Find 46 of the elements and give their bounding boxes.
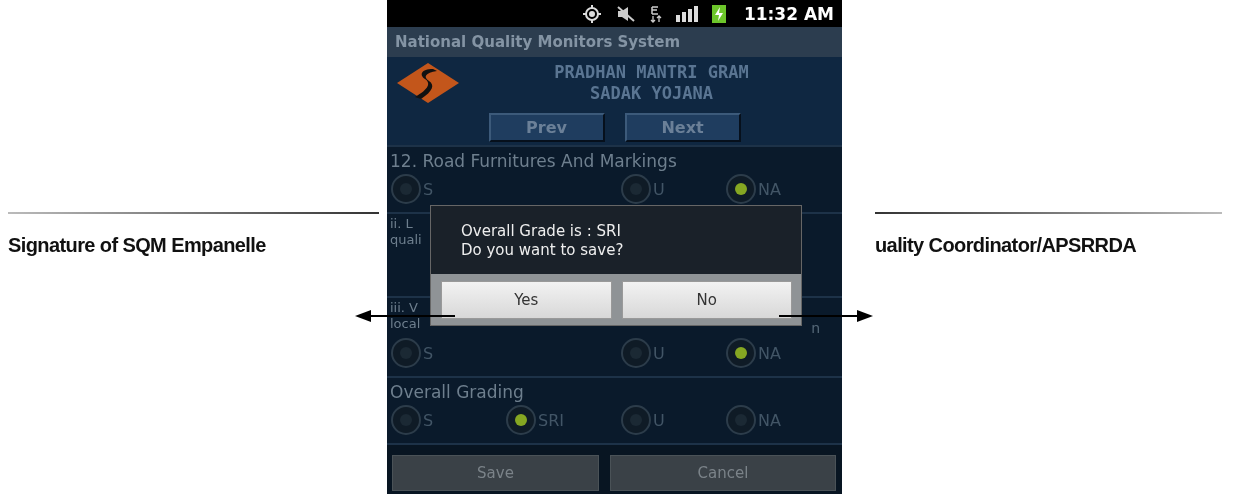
radio-button[interactable] (621, 338, 651, 368)
radio-label: S (423, 179, 434, 199)
app-title-bar: National Quality Monitors System (387, 27, 842, 57)
battery-charging-icon (711, 4, 726, 23)
gps-icon (581, 3, 602, 24)
radio-label: U (653, 179, 665, 199)
form-button[interactable]: Save (392, 455, 599, 491)
dialog-button[interactable]: Yes (441, 281, 612, 319)
section-title: local (389, 315, 421, 330)
dialog-message: Overall Grade is : SRI (461, 222, 622, 241)
radio-button[interactable] (726, 174, 756, 204)
dialog-button[interactable]: No (621, 281, 792, 319)
dialog-message: Do you want to save? (461, 241, 625, 260)
section-title: quali (389, 231, 422, 246)
nav-button[interactable]: Prev (488, 113, 605, 142)
radio-label: S (423, 343, 434, 363)
radio-label: S (423, 410, 434, 430)
mute-icon (615, 4, 636, 23)
section-title: iii. V (389, 299, 418, 314)
radio-label: U (653, 343, 665, 363)
nav-button[interactable]: Next (624, 113, 741, 142)
radio-button[interactable] (621, 174, 651, 204)
section-title: 12. Road Furnitures And Markings (389, 150, 677, 172)
radio-button[interactable] (621, 405, 651, 435)
section-title: Overall Grading (389, 381, 524, 403)
radio-label: SRI (538, 410, 564, 430)
radio-label: NA (758, 410, 781, 430)
radio-label: U (653, 410, 665, 430)
radio-button[interactable] (726, 338, 756, 368)
radio-button[interactable] (391, 174, 421, 204)
scheme-name: PRADHAN MANTRI GRAM SADAK YOJANA (553, 62, 750, 104)
signal-icon (675, 5, 698, 22)
clock-time: 11:32 AM (743, 3, 834, 24)
radio-button[interactable] (506, 405, 536, 435)
signature-caption: Signature of SQM Empanelle (8, 234, 266, 257)
section-text: n (811, 320, 820, 336)
radio-button[interactable] (726, 405, 756, 435)
section-title: ii. L (389, 215, 413, 230)
data-arrows-icon (649, 4, 662, 23)
road-logo-icon (395, 61, 461, 105)
radio-button[interactable] (391, 338, 421, 368)
signature-caption: uality Coordinator/APSRRDA (875, 234, 1137, 257)
radio-label: NA (758, 179, 781, 199)
radio-button[interactable] (391, 405, 421, 435)
form-button[interactable]: Cancel (610, 455, 836, 491)
radio-label: NA (758, 343, 781, 363)
